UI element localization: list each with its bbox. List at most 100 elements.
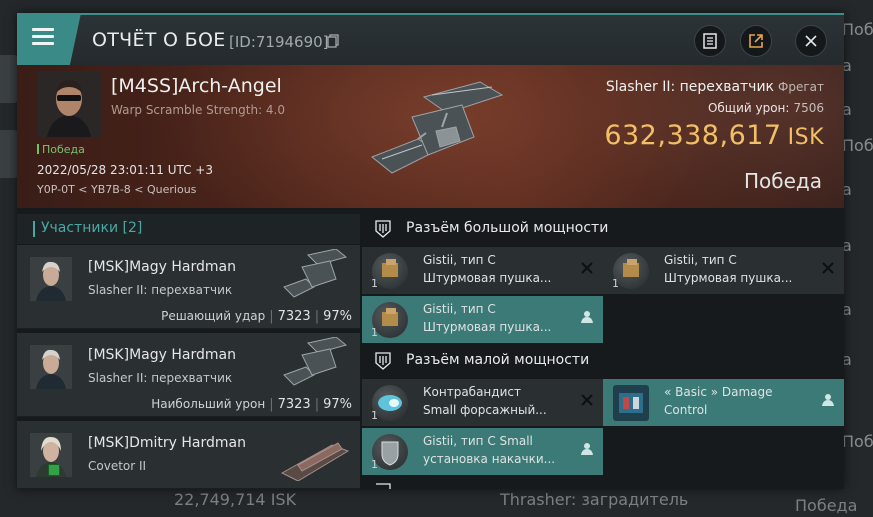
background-isk-value: 22,749,714 ISK xyxy=(174,490,297,509)
header-accent xyxy=(33,221,35,237)
title-bar: ОТЧЁТ О БОЕ [ID:7194690] xyxy=(17,13,844,67)
module-quantity: 1 xyxy=(371,277,378,290)
slot-low-icon xyxy=(375,352,391,370)
module-name: Gistii, тип C xyxy=(664,253,737,267)
victim-ship[interactable]: Slasher II: перехватчик Фрегат xyxy=(606,79,824,95)
participant-name: [MSK]Magy Hardman xyxy=(88,259,236,275)
module-type: установка накачки... xyxy=(423,452,556,466)
total-damage-value: 7506 xyxy=(793,101,824,115)
participant-ship: Slasher II: перехватчик xyxy=(88,371,233,385)
slot-high-icon xyxy=(375,220,391,238)
dropped-icon xyxy=(581,311,593,323)
dropped-icon xyxy=(822,394,834,406)
victim-pilot-name[interactable]: [M4SS]Arch-Angel xyxy=(111,75,282,97)
low-slot-title: Разъём малой мощности xyxy=(406,352,590,368)
high-slot-header: Разъём большой мощности xyxy=(362,214,844,244)
victim-summary: [M4SS]Arch-Angel Warp Scramble Strength:… xyxy=(17,65,844,208)
background-result-label: Победа xyxy=(842,136,873,155)
participant-stats: Решающий удар | 7323 | 97% xyxy=(161,309,352,324)
module-name: Gistii, тип C xyxy=(423,302,496,316)
participant-ship: Slasher II: перехватчик xyxy=(88,283,233,297)
module-name: « Basic » Damage xyxy=(664,385,773,399)
module-quantity: 1 xyxy=(371,458,378,471)
high-slot-title: Разъём большой мощности xyxy=(406,220,609,236)
share-icon xyxy=(749,34,763,48)
module-quantity: 1 xyxy=(371,326,378,339)
module-type: Small форсажный... xyxy=(423,403,547,417)
combat-report-window: ОТЧЁТ О БОЕ [ID:7194690] [M4SS]Arch-Ange… xyxy=(17,13,844,489)
isk-loss: 632,338,617 ISK xyxy=(604,120,824,151)
participant-row[interactable]: [MSK]Dmitry Hardman Covetor II xyxy=(17,421,360,489)
participant-ship: Covetor II xyxy=(88,459,147,473)
module-type: Control xyxy=(664,403,708,417)
destroyed-icon xyxy=(581,262,593,274)
background-side-button xyxy=(0,55,18,103)
isk-currency: ISK xyxy=(787,125,824,150)
participant-role: Решающий удар xyxy=(161,309,266,323)
participant-role: Наибольший урон xyxy=(151,397,266,411)
victim-portrait[interactable] xyxy=(37,71,101,137)
background-result-label: Победа xyxy=(842,432,873,451)
module-quantity: 1 xyxy=(371,409,378,422)
module-item[interactable]: 1 Gistii, тип C Штурмовая пушка... xyxy=(362,296,603,343)
participants-header[interactable]: Участники [2] xyxy=(17,214,360,244)
participant-ship-image xyxy=(280,442,350,481)
module-item[interactable]: 1 Gistii, тип C Штурмовая пушка... xyxy=(362,247,603,294)
participant-avatar xyxy=(30,345,72,389)
victim-ship-image xyxy=(371,81,504,174)
kill-datetime: 2022/05/28 23:01:11 UTC +3 xyxy=(37,163,213,177)
background-result: Победа xyxy=(795,496,858,515)
participant-damage: 7323 xyxy=(277,397,311,412)
isk-loss-value: 632,338,617 xyxy=(604,120,782,151)
participant-ship-image xyxy=(283,337,348,386)
share-button[interactable] xyxy=(740,25,772,57)
module-type: Штурмовая пушка... xyxy=(423,271,552,285)
module-item[interactable]: 1 Контрабандист Small форсажный... xyxy=(362,379,603,426)
participants-title: Участники [2] xyxy=(41,220,143,236)
background-side-button xyxy=(0,130,18,178)
background-result-label: Победа xyxy=(842,20,873,39)
pilot-portrait-image xyxy=(37,71,101,137)
dropped-icon xyxy=(581,443,593,455)
window-title: ОТЧЁТ О БОЕ xyxy=(92,29,226,51)
participant-damage: 7323 xyxy=(277,309,311,324)
kill-location[interactable]: Y0P-0T < YB7B-8 < Querious xyxy=(37,183,196,196)
module-type: Штурмовая пушка... xyxy=(664,271,793,285)
background-ship-name: Thrasher: заградитель xyxy=(500,490,689,509)
participant-stats: Наибольший урон | 7323 | 97% xyxy=(151,397,352,412)
next-slot-header xyxy=(362,479,844,489)
module-quantity: 1 xyxy=(612,277,619,290)
victory-tag: Победа xyxy=(37,143,85,156)
destroyed-icon xyxy=(822,262,834,274)
participant-row[interactable]: [MSK]Magy Hardman Slasher II: перехватчи… xyxy=(17,245,360,329)
low-slot-header: Разъём малой мощности xyxy=(362,346,844,376)
destroyed-icon xyxy=(581,394,593,406)
slot-icon xyxy=(376,483,391,489)
participant-name: [MSK]Dmitry Hardman xyxy=(88,435,246,451)
module-item[interactable]: 1 Gistii, тип C Small установка накачки.… xyxy=(362,428,603,475)
victim-ship-name: Slasher II: перехватчик xyxy=(605,79,775,95)
menu-button[interactable] xyxy=(17,13,81,67)
participant-name: [MSK]Magy Hardman xyxy=(88,347,236,363)
notes-button[interactable] xyxy=(694,25,726,57)
participant-ship-image xyxy=(283,249,348,298)
module-name: Gistii, тип C xyxy=(423,253,496,267)
module-type: Штурмовая пушка... xyxy=(423,320,552,334)
standing-badge xyxy=(48,464,60,476)
notes-icon xyxy=(703,33,717,49)
close-icon xyxy=(805,35,817,47)
participant-percent: 97% xyxy=(323,397,352,412)
victim-ship-class: Фрегат xyxy=(778,80,824,94)
module-item[interactable]: « Basic » Damage Control xyxy=(603,379,844,426)
copy-icon[interactable] xyxy=(327,34,339,48)
close-button[interactable] xyxy=(795,25,827,57)
participant-row[interactable]: [MSK]Magy Hardman Slasher II: перехватчи… xyxy=(17,333,360,417)
damage-control-icon xyxy=(613,385,649,421)
warp-scramble-strength: Warp Scramble Strength: 4.0 xyxy=(111,103,286,117)
report-id: [ID:7194690] xyxy=(229,33,329,51)
total-damage: Общий урон: 7506 xyxy=(708,101,824,115)
kill-result: Победа xyxy=(744,169,822,193)
module-item[interactable]: 1 Gistii, тип C Штурмовая пушка... xyxy=(603,247,844,294)
module-name: Контрабандист xyxy=(423,385,521,399)
module-name: Gistii, тип C Small xyxy=(423,434,533,448)
